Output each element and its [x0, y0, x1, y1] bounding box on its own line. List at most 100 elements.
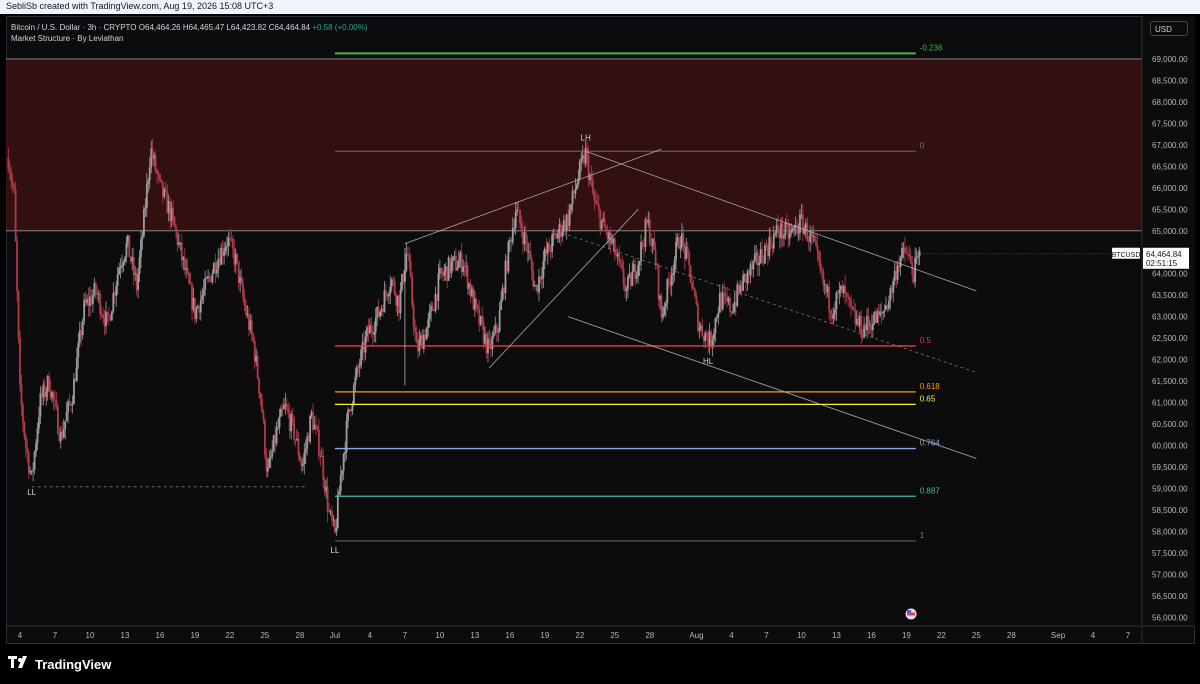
candle-body — [347, 410, 349, 421]
candle-body — [189, 283, 192, 285]
candle-body — [822, 270, 825, 285]
candle-body — [697, 304, 699, 331]
candle-body — [45, 391, 48, 397]
candle-body — [205, 278, 208, 279]
candle-body — [457, 261, 460, 268]
candle-body — [282, 405, 285, 410]
currency-button[interactable]: USD — [1150, 21, 1188, 36]
candle-body — [835, 292, 838, 310]
price-tick-label: 68,000.00 — [1152, 98, 1188, 107]
candle-body — [204, 278, 207, 290]
price-tick-label: 58,000.00 — [1152, 527, 1188, 536]
candle-body — [275, 427, 278, 444]
price-tick-label: 57,000.00 — [1152, 570, 1188, 579]
tradingview-logo[interactable]: TradingView — [8, 656, 111, 672]
candle-body — [551, 235, 554, 252]
candle-body — [437, 273, 440, 301]
candle-body — [672, 272, 675, 276]
indicator-name[interactable]: Market Structure · By Leviathan — [11, 33, 367, 44]
time-tick-label: 28 — [295, 631, 304, 640]
candle-body — [517, 209, 520, 211]
candle-body — [65, 412, 68, 422]
candle-body — [360, 349, 363, 365]
candle-body — [55, 400, 58, 407]
time-tick-label: 13 — [832, 631, 841, 640]
candle-body — [287, 408, 290, 414]
candle-body — [860, 315, 863, 338]
time-tick-label: 13 — [121, 631, 130, 640]
candle-body — [427, 319, 430, 328]
candle-body — [691, 282, 693, 288]
candle-body — [48, 376, 51, 391]
candle-body — [764, 245, 766, 264]
candle-body — [463, 266, 466, 268]
candle-body — [144, 207, 147, 210]
candle-body — [758, 262, 761, 266]
candle-body — [915, 257, 918, 259]
last-price-value: 64,464.84 — [1146, 250, 1182, 259]
candle-body — [847, 294, 849, 298]
candle-body — [670, 275, 673, 286]
candle-body — [110, 311, 113, 321]
price-chart[interactable]: -0.23600.50.6180.650.7640.8871LLLLLHHL56… — [6, 16, 1195, 644]
candle-body — [301, 463, 304, 467]
candle-body — [173, 217, 176, 227]
time-tick-label: 25 — [260, 631, 269, 640]
candle-body — [694, 289, 696, 297]
candle-body — [618, 253, 621, 261]
candle-body — [619, 260, 622, 264]
candle-body — [7, 157, 10, 169]
candle-body — [511, 228, 514, 243]
candle-body — [622, 268, 625, 285]
structure-label: LL — [330, 546, 339, 555]
candle-body — [115, 285, 118, 296]
candle-body — [159, 174, 161, 180]
candle-body — [799, 214, 801, 233]
candle-body — [657, 265, 660, 300]
candle-body — [603, 218, 606, 228]
candle-body — [297, 438, 300, 456]
candle-body — [118, 267, 121, 275]
candle-body — [580, 158, 583, 162]
candle-body — [570, 204, 572, 210]
candle-body — [481, 315, 484, 323]
time-tick-label: 28 — [1007, 631, 1016, 640]
candle-body — [364, 336, 367, 353]
candle-body — [452, 256, 454, 262]
symbol-description: Bitcoin / U.S. Dollar · 3h · CRYPTO — [11, 23, 137, 32]
candle-body — [908, 254, 911, 257]
candle-body — [268, 458, 271, 468]
candle-body — [507, 241, 510, 272]
candle-body — [119, 267, 122, 269]
candle-body — [23, 422, 26, 437]
candle-body — [883, 309, 886, 312]
chart-legend: Bitcoin / U.S. Dollar · 3h · CRYPTO O64,… — [11, 22, 367, 44]
candle-body — [99, 293, 102, 315]
candle-body — [769, 236, 772, 246]
candle-body — [692, 287, 695, 290]
price-tick-label: 57,500.00 — [1152, 549, 1188, 558]
candle-body — [597, 204, 600, 210]
candle-body — [793, 226, 796, 229]
candle-body — [838, 290, 841, 294]
time-tick-label: 7 — [764, 631, 769, 640]
candle-body — [148, 167, 151, 181]
candle-body — [892, 280, 895, 293]
candle-body — [379, 311, 381, 317]
footer — [0, 646, 1200, 684]
candle-body — [172, 207, 174, 218]
candle-body — [409, 261, 412, 277]
fib-level-label: -0.236 — [920, 43, 943, 52]
candle-body — [258, 378, 260, 394]
candle-body — [686, 246, 689, 253]
candle-body — [813, 235, 816, 241]
candle-body — [689, 265, 692, 283]
price-tick-label: 60,000.00 — [1152, 442, 1188, 451]
candle-body — [848, 297, 851, 300]
time-tick-label: 19 — [902, 631, 911, 640]
candle-body — [245, 305, 247, 315]
candle-body — [201, 295, 204, 300]
candle-body — [303, 453, 306, 464]
candle-body — [24, 436, 27, 448]
price-tick-label: 63,000.00 — [1152, 313, 1188, 322]
